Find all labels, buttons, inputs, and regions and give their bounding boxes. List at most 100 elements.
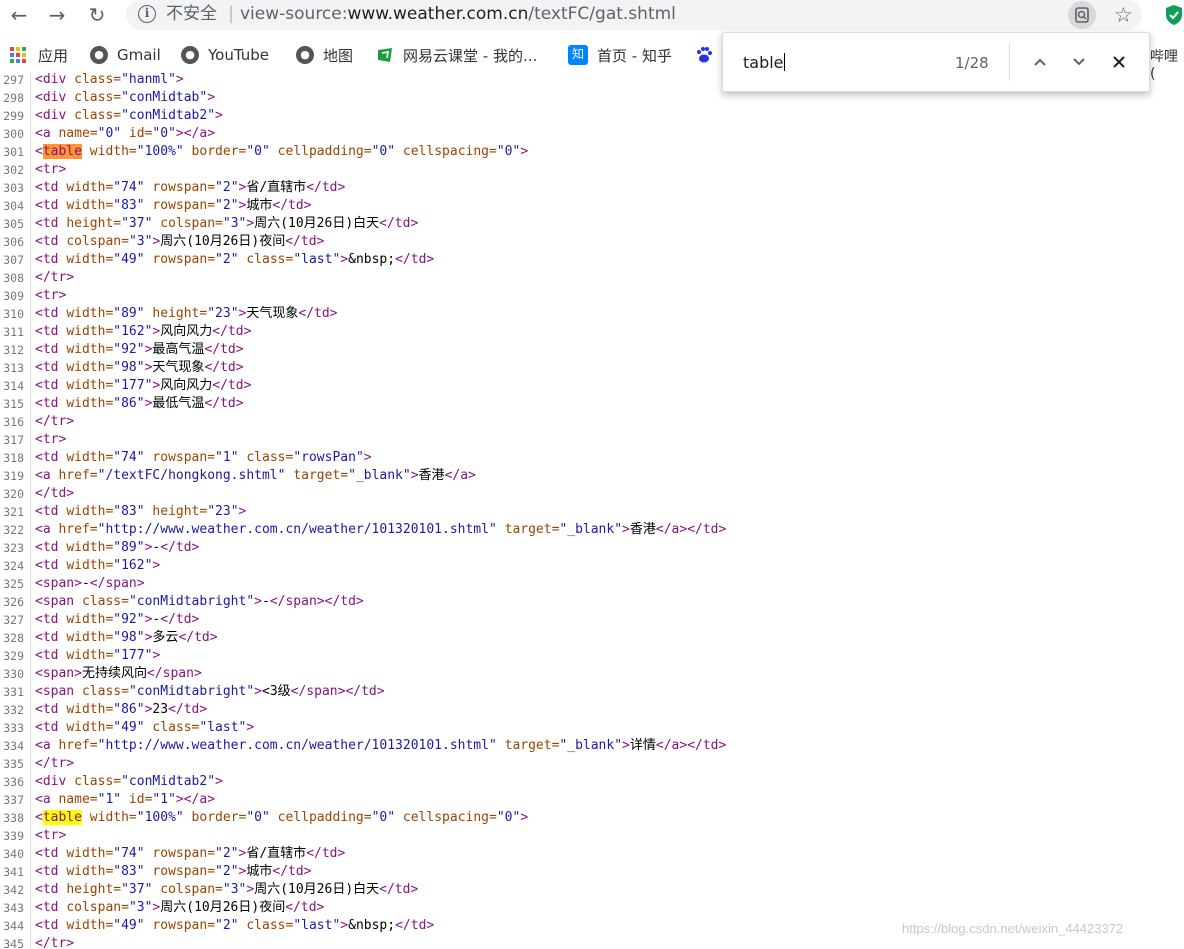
chevron-down-icon — [1073, 58, 1085, 66]
chevron-up-icon — [1034, 58, 1046, 66]
source-code-text: <td width="74" rowspan="2">省/直辖市</td> — [35, 846, 346, 861]
source-line: 327 <td width="92">-</td> — [0, 611, 1184, 629]
line-number: 325 — [3, 577, 24, 591]
source-line: 332 <td width="86">23</td> — [0, 701, 1184, 719]
source-line: 328 <td width="98">多云</td> — [0, 629, 1184, 647]
url-path: /textFC/gat.shtml — [528, 4, 676, 24]
source-line: 343 <td colspan="3">周六(10月26日)夜间</td> — [0, 899, 1184, 917]
source-line: 333 <td width="49" class="last"> — [0, 719, 1184, 737]
source-line: 318 <td width="74" rowspan="1" class="row… — [0, 449, 1184, 467]
find-divider — [1009, 43, 1010, 81]
source-view: 297 <div class="hanml"> 298 <div class="con… — [0, 72, 1184, 949]
find-match-highlight: table — [42, 810, 82, 825]
find-previous-button[interactable] — [1025, 47, 1055, 77]
line-number: 309 — [3, 289, 24, 303]
source-code-text: <td width="162">风向风力</td> — [35, 324, 252, 339]
line-number: 344 — [3, 919, 24, 933]
source-code-text: <td width="74" rowspan="2">省/直辖市</td> — [35, 180, 346, 195]
security-label[interactable]: 不安全 — [166, 3, 217, 25]
url-text[interactable]: view-source:www.weather.com.cn/textFC/ga… — [240, 3, 676, 25]
line-number: 342 — [3, 883, 24, 897]
bookmark-gmail[interactable]: ● Gmail — [90, 38, 161, 72]
source-code-text: <td colspan="3">周六(10月26日)夜间</td> — [35, 234, 325, 249]
bookmark-label: 首页 - 知乎 — [597, 46, 672, 65]
source-code-text: <a name="1" id="1"></a> — [35, 792, 216, 807]
find-input[interactable]: table — [743, 52, 785, 74]
source-line: 322 <a href="http://www.weather.com.cn/we… — [0, 521, 1184, 539]
bookmark-baidu[interactable] — [695, 38, 722, 72]
globe-icon: ● — [181, 46, 199, 64]
source-code-text: <div class="conMidtab2"> — [35, 774, 223, 789]
source-line: 340 <td width="74" rowspan="2">省/直辖市</td> — [0, 845, 1184, 863]
source-line: 311 <td width="162">风向风力</td> — [0, 323, 1184, 341]
source-code-text: <td width="74" rowspan="1" class="rowsPa… — [35, 450, 372, 465]
bookmark-label: 地图 — [323, 46, 354, 65]
line-number: 314 — [3, 379, 24, 393]
line-number: 323 — [3, 541, 24, 555]
source-line: 310 <td width="89" height="23">天气现象</td> — [0, 305, 1184, 323]
source-code-text: <td width="92">-</td> — [35, 612, 200, 627]
source-code-text: <td width="177"> — [35, 648, 161, 663]
forward-arrow-icon[interactable]: → — [44, 2, 70, 28]
source-line: 335 </tr> — [0, 755, 1184, 773]
line-number: 322 — [3, 523, 24, 537]
extension-shield-icon[interactable] — [1164, 4, 1184, 26]
source-code-text: <td width="98">多云</td> — [35, 630, 218, 645]
source-code-text: </td> — [35, 486, 75, 501]
bookmark-apps[interactable]: 应用 — [10, 38, 68, 72]
source-line: 299 <div class="conMidtab2"> — [0, 107, 1184, 125]
globe-icon: ● — [90, 46, 108, 64]
source-line: 303 <td width="74" rowspan="2">省/直辖市</td> — [0, 179, 1184, 197]
source-line: 308 </tr> — [0, 269, 1184, 287]
source-code-text: <td width="49" rowspan="2" class="last">… — [35, 252, 435, 267]
line-number: 317 — [3, 433, 24, 447]
source-code-text: <td width="83" rowspan="2">城市</td> — [35, 198, 312, 213]
source-line: 337 <a name="1" id="1"></a> — [0, 791, 1184, 809]
source-code-text: <div class="hanml"> — [35, 72, 184, 87]
source-code-text: <td width="49" class="last"> — [35, 720, 255, 735]
line-number: 307 — [3, 253, 24, 267]
source-line: 326 <span class="conMidtabright">-</span>… — [0, 593, 1184, 611]
bookmark-star-icon[interactable]: ☆ — [1114, 2, 1133, 28]
find-in-page-icon[interactable] — [1068, 1, 1096, 29]
bookmark-youtube[interactable]: ● YouTube — [181, 38, 269, 72]
line-number: 336 — [3, 775, 24, 789]
line-number: 329 — [3, 649, 24, 663]
source-line: 339 <tr> — [0, 827, 1184, 845]
source-line: 345 </tr> — [0, 935, 1184, 949]
url-prefix: view-source: — [240, 4, 348, 24]
line-number: 304 — [3, 199, 24, 213]
line-number: 334 — [3, 739, 24, 753]
back-arrow-icon[interactable]: ← — [6, 2, 32, 28]
source-code-text: <span>-</span> — [35, 576, 145, 591]
source-line: 302 <tr> — [0, 161, 1184, 179]
source-line: 331 <span class="conMidtabright"><3级</spa… — [0, 683, 1184, 701]
find-next-button[interactable] — [1064, 47, 1094, 77]
line-number: 316 — [3, 415, 24, 429]
source-line: 315 <td width="86">最低气温</td> — [0, 395, 1184, 413]
source-code-text: <tr> — [35, 828, 67, 843]
address-bar[interactable]: i 不安全 | view-source:www.weather.com.cn/t… — [126, 0, 1142, 30]
line-number: 311 — [3, 325, 24, 339]
find-close-button[interactable] — [1104, 47, 1134, 77]
source-line: 338 <table width="100%" border="0" cellpa… — [0, 809, 1184, 827]
source-code-text: <div class="conMidtab2"> — [35, 108, 223, 123]
source-code-text: </tr> — [35, 756, 75, 771]
line-number: 330 — [3, 667, 24, 681]
source-code-text: <td width="92">最高气温</td> — [35, 342, 244, 357]
source-code-text: </tr> — [35, 936, 75, 949]
info-icon[interactable]: i — [138, 5, 156, 23]
source-code-text: <td width="49" rowspan="2" class="last">… — [35, 918, 435, 933]
bookmark-zhihu[interactable]: 知 首页 - 知乎 — [568, 38, 672, 72]
line-number: 301 — [3, 145, 24, 159]
reload-icon[interactable]: ↻ — [84, 2, 110, 28]
source-code-text: <a href="http://www.weather.com.cn/weath… — [35, 522, 727, 537]
line-number: 318 — [3, 451, 24, 465]
find-query: table — [743, 53, 784, 72]
line-number: 315 — [3, 397, 24, 411]
line-number: 297 — [3, 73, 24, 87]
bookmark-netease[interactable]: 网易云课堂 - 我的... — [376, 38, 537, 72]
source-line: 329 <td width="177"> — [0, 647, 1184, 665]
bookmark-maps[interactable]: ● 地图 — [296, 38, 353, 72]
line-number: 302 — [3, 163, 24, 177]
